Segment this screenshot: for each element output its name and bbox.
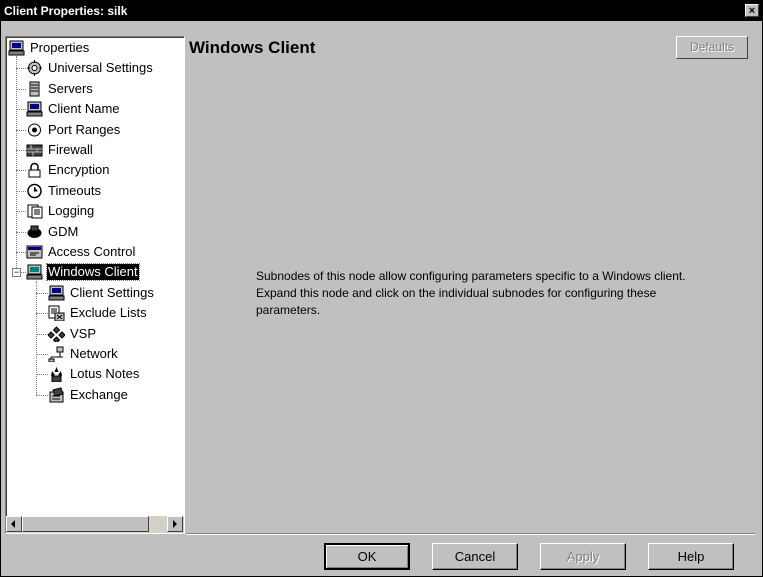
- tree-item-gdm[interactable]: GDM: [26, 222, 79, 242]
- computer-icon: [8, 40, 25, 56]
- tree-connector: [16, 170, 26, 172]
- tree-connector: [36, 374, 48, 376]
- tree-item-windows-client-label: Windows Client: [46, 263, 140, 282]
- firewall-icon: [26, 144, 43, 157]
- tree-item-vsp[interactable]: VSP: [48, 324, 97, 344]
- tree-connector: [36, 313, 48, 315]
- tree-connector: [16, 68, 26, 70]
- tree-item-client-settings[interactable]: Client Settings: [48, 283, 155, 303]
- tree-item-windows-client[interactable]: Windows Client: [26, 262, 140, 282]
- tree-item-servers[interactable]: Servers: [26, 79, 94, 99]
- tree-item-exchange[interactable]: Exchange: [48, 385, 129, 405]
- settings-icon: [27, 60, 42, 77]
- tree-connector: [16, 190, 26, 192]
- scroll-right-button[interactable]: [167, 516, 183, 532]
- main-panel: Windows Client Defaults Subnodes of this…: [186, 34, 756, 534]
- tree-connector: [36, 354, 48, 355]
- panel-description: Subnodes of this node allow configuring …: [256, 269, 686, 317]
- tree-item-port-ranges[interactable]: Port Ranges: [26, 120, 121, 140]
- tree-item-universal-settings-label: Universal Settings: [48, 60, 153, 76]
- tree-item-lotus-notes-label: Lotus Notes: [70, 366, 140, 382]
- apply-button[interactable]: Apply: [540, 543, 626, 570]
- tree-item-gdm-label: GDM: [48, 223, 79, 239]
- properties-tree: Properties Universal Settings Servers Clien…: [6, 37, 184, 514]
- tree-connector: [16, 109, 26, 111]
- tree-item-exclude-lists-label: Exclude Lists: [70, 305, 147, 321]
- window-title: Client Properties: silk: [4, 4, 128, 18]
- port-icon: [28, 123, 41, 137]
- scroll-thumb[interactable]: [22, 516, 149, 532]
- tree-item-port-ranges-label: Port Ranges: [48, 121, 121, 137]
- title-bar[interactable]: Client Properties: silk ×: [1, 1, 762, 21]
- tree-item-firewall-label: Firewall: [48, 142, 93, 157]
- properties-tree-pane: Properties Universal Settings Servers Clien…: [5, 36, 185, 534]
- tree-connector: [36, 292, 48, 294]
- vsp-icon: [48, 325, 65, 342]
- tree-item-exclude-lists[interactable]: Exclude Lists: [48, 303, 148, 323]
- tree-item-access-control[interactable]: Access Control: [26, 242, 136, 262]
- gdm-icon: [27, 225, 42, 238]
- tree-item-client-name-label: Client Name: [48, 101, 120, 117]
- lotus-notes-icon: [51, 367, 62, 383]
- tree-item-universal-settings[interactable]: Universal Settings: [26, 58, 154, 78]
- scroll-left-button[interactable]: [6, 516, 22, 532]
- tree-item-properties[interactable]: Properties: [8, 38, 90, 58]
- access-control-icon: [26, 245, 43, 259]
- tree-item-timeouts[interactable]: Timeouts: [26, 181, 102, 201]
- tree-connector: [16, 88, 26, 90]
- ok-button[interactable]: OK: [324, 543, 410, 570]
- lock-icon: [28, 163, 41, 178]
- tree-item-encryption-label: Encryption: [48, 162, 110, 178]
- tree-connector: [16, 252, 26, 253]
- computer-icon: [26, 101, 43, 117]
- tree-connector: [36, 333, 48, 335]
- log-icon: [27, 204, 43, 219]
- tree-item-network-label: Network: [70, 346, 118, 361]
- tree-item-servers-label: Servers: [48, 80, 93, 96]
- collapse-toggle[interactable]: −: [12, 268, 21, 278]
- tree-item-access-control-label: Access Control: [48, 244, 136, 259]
- tree-connector: [16, 211, 26, 213]
- exchange-icon: [49, 387, 64, 403]
- close-icon: ×: [748, 5, 756, 17]
- arrow-left-icon: [11, 520, 15, 528]
- cancel-button[interactable]: Cancel: [432, 543, 518, 570]
- tree-connector: [16, 129, 26, 131]
- network-icon: [48, 346, 64, 362]
- tree-item-exchange-label: Exchange: [70, 386, 128, 402]
- exclude-list-icon: [48, 305, 65, 322]
- tree-item-client-settings-label: Client Settings: [70, 284, 154, 300]
- tree-item-lotus-notes[interactable]: Lotus Notes: [48, 364, 140, 384]
- tree-connector: [16, 150, 26, 151]
- windows-client-icon: [26, 264, 43, 280]
- tree-connector: [36, 280, 37, 395]
- tree-item-logging[interactable]: Logging: [26, 201, 95, 221]
- help-button[interactable]: Help: [648, 543, 734, 570]
- tree-item-network[interactable]: Network: [48, 344, 119, 364]
- arrow-right-icon: [173, 520, 177, 528]
- tree-connector: [36, 394, 48, 396]
- tree-item-firewall[interactable]: Firewall: [26, 140, 94, 160]
- tree-horizontal-scrollbar[interactable]: [6, 516, 184, 533]
- panel-title: Windows Client: [189, 38, 316, 57]
- button-divider: [186, 533, 755, 535]
- tree-item-encryption[interactable]: Encryption: [26, 160, 110, 180]
- computer-icon: [48, 285, 65, 301]
- tree-item-properties-label: Properties: [30, 40, 90, 55]
- clock-icon: [27, 183, 42, 199]
- tree-item-logging-label: Logging: [48, 203, 95, 219]
- defaults-button[interactable]: Defaults: [676, 36, 748, 59]
- tree-item-timeouts-label: Timeouts: [48, 182, 101, 198]
- client-properties-window: Client Properties: silk × Properties Univ…: [0, 0, 763, 577]
- tree-item-client-name[interactable]: Client Name: [26, 99, 121, 119]
- tree-connector: [16, 231, 26, 233]
- tree-item-vsp-label: VSP: [70, 325, 97, 341]
- close-button[interactable]: ×: [745, 4, 759, 17]
- server-icon: [29, 81, 40, 97]
